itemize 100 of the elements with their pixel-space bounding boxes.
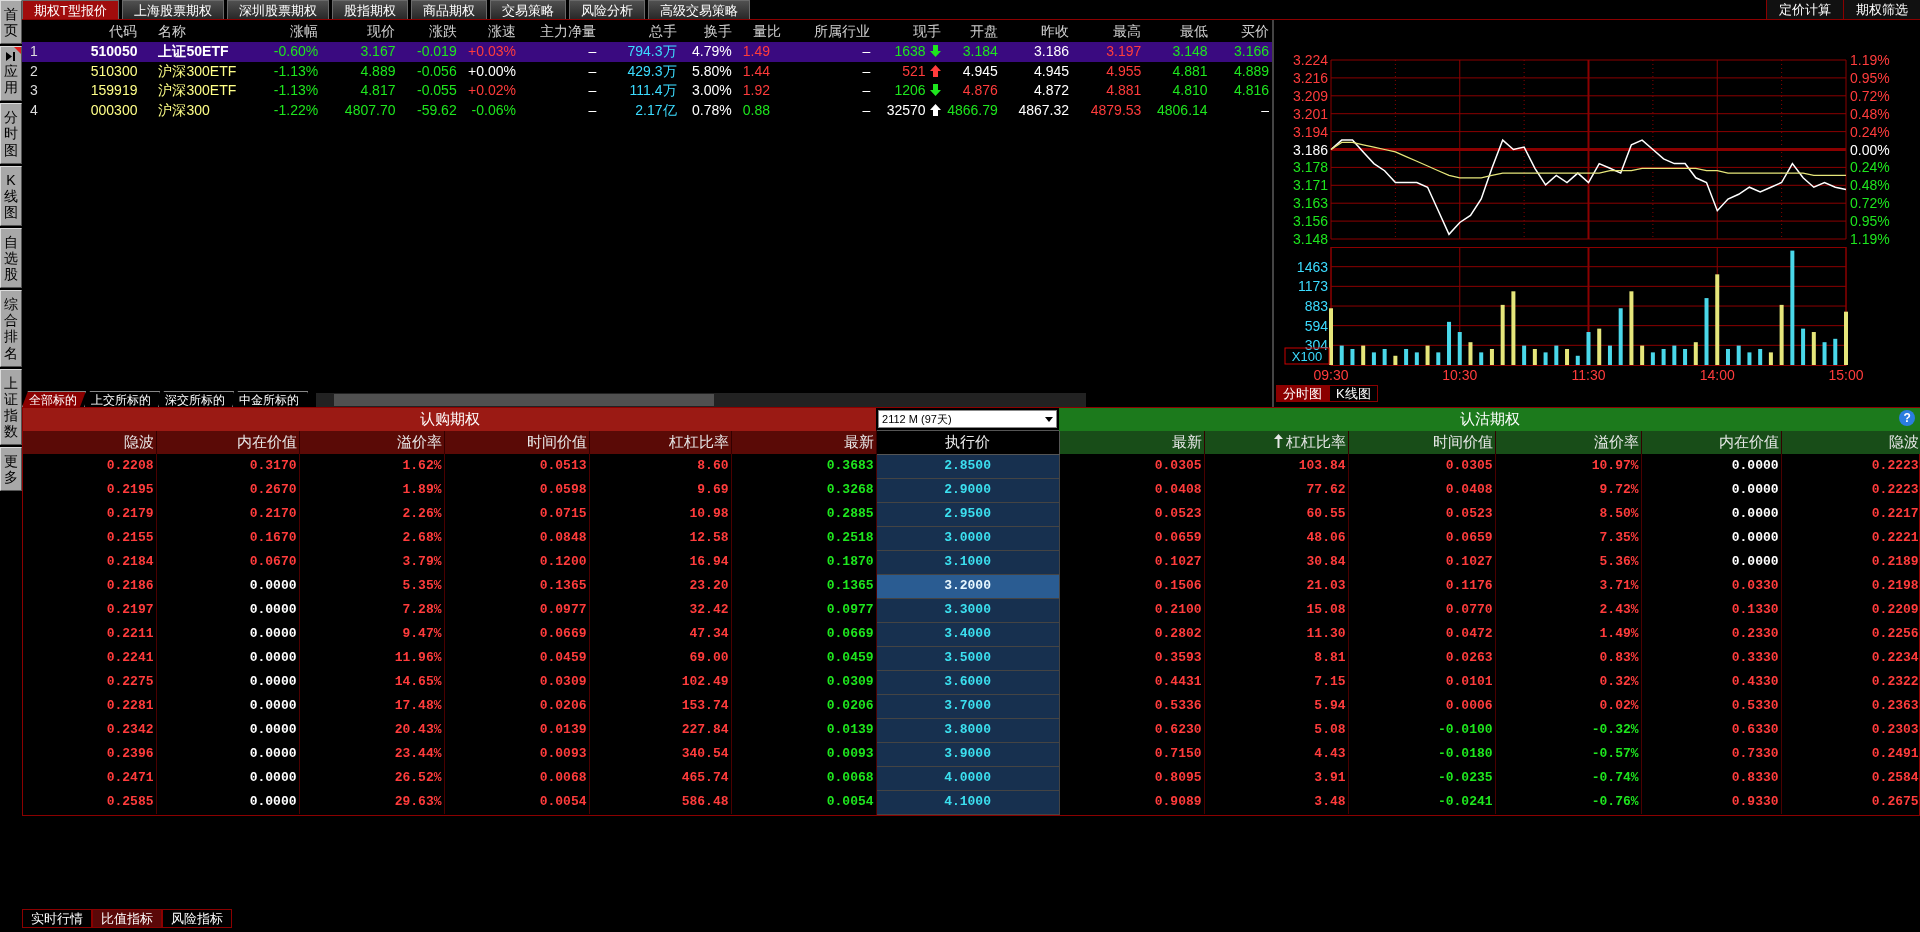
table-cell: -0.019	[417, 43, 457, 60]
table-cell: 111.4万	[629, 82, 677, 99]
table-cell: 4.881	[1106, 82, 1142, 99]
table-cell: 0.0523	[1445, 506, 1493, 522]
table-cell: 3.00%	[692, 82, 732, 99]
axis-label: 3.201	[1292, 105, 1328, 122]
table-cell: 9.69	[697, 482, 729, 498]
table-cell: -0.0235	[1437, 770, 1493, 786]
table-cell: 10.98	[689, 506, 729, 522]
table-cell: 0.0000	[249, 770, 297, 786]
table-cell: 4.889	[1233, 62, 1269, 79]
time-label: 10:30	[1442, 367, 1478, 382]
axis-label: 0.48%	[1850, 177, 1890, 194]
table-cell: 1638	[894, 43, 926, 60]
table-cell: 0.2670	[249, 482, 297, 498]
table-cell: 0.0000	[1731, 482, 1779, 498]
table-cell: 0.0000	[249, 722, 297, 738]
table-cell: 0.2184	[106, 554, 154, 570]
table-cell: 0.2234	[1871, 650, 1919, 666]
table-cell: 0.2396	[106, 746, 154, 762]
table-cell: 0.0309	[826, 674, 874, 690]
table-cell: 0.2221	[1871, 530, 1919, 546]
table-cell: 8.81	[1314, 650, 1346, 666]
axis-label: 3.163	[1292, 195, 1328, 212]
table-cell: 0.2208	[106, 458, 154, 474]
table-cell: 0.0770	[1445, 602, 1493, 618]
table-cell: 0.1670	[249, 530, 297, 546]
axis-label: 3.178	[1292, 159, 1328, 176]
table-cell: 4.945	[962, 62, 998, 79]
table-cell: -0.0100	[1437, 722, 1493, 738]
table-cell: 0.1506	[1154, 578, 1202, 594]
table-cell: 4807.70	[344, 101, 396, 118]
table-cell: 8.60	[697, 458, 729, 474]
table-cell: 0.0139	[826, 722, 874, 738]
table-cell: 0.0977	[826, 602, 874, 618]
table-cell: 429.3万	[627, 62, 677, 79]
table-cell: 5.80%	[692, 62, 732, 79]
table-cell: 7.35%	[1599, 530, 1639, 546]
table-cell: 9.72%	[1599, 482, 1639, 498]
axis-label: 3.171	[1292, 177, 1328, 194]
table-cell: 3.166	[1233, 43, 1269, 60]
time-label: 09:30	[1313, 367, 1349, 382]
table-cell: 0.0093	[826, 746, 874, 762]
table-cell: 60.55	[1306, 506, 1346, 522]
axis-label: 0.24%	[1850, 123, 1890, 140]
table-cell: 0.0000	[249, 746, 297, 762]
table-cell: 0.0006	[1445, 698, 1493, 714]
table-cell: 0.2197	[106, 602, 154, 618]
table-cell: –	[588, 43, 597, 60]
table-cell: 4.817	[360, 82, 396, 99]
table-cell: 0.0093	[539, 746, 587, 762]
table-cell: 0.2363	[1871, 698, 1919, 714]
table-cell: 17.48%	[394, 698, 442, 714]
table-cell: 0.2275	[106, 674, 154, 690]
table-cell: 0.0670	[249, 554, 297, 570]
table-cell: 4.810	[1172, 82, 1208, 99]
table-cell: 0.02%	[1599, 698, 1639, 714]
table-cell: 0.0206	[826, 698, 874, 714]
table-cell: 0.2802	[1154, 626, 1202, 642]
table-cell: 5.94	[1314, 698, 1346, 714]
table-cell: 9.47%	[402, 626, 442, 642]
table-cell: –	[588, 101, 597, 118]
axis-label: 3.194	[1292, 123, 1328, 140]
table-cell: 103.84	[1298, 458, 1346, 474]
table-cell: 0.0659	[1445, 530, 1493, 546]
table-cell: 159919	[90, 82, 138, 99]
axis-label: 0.95%	[1850, 69, 1890, 86]
table-cell: 0.32%	[1599, 674, 1639, 690]
table-cell: 0.3593	[1154, 650, 1202, 666]
time-label: 14:00	[1699, 367, 1735, 382]
table-cell: 0.2195	[106, 482, 154, 498]
table-cell: 0.0523	[1154, 506, 1202, 522]
table-cell: 16.94	[689, 554, 729, 570]
table-cell: 0.0000	[249, 698, 297, 714]
table-cell: 5.08	[1314, 722, 1346, 738]
table-cell: 0.0408	[1445, 482, 1493, 498]
table-cell: 0.4431	[1154, 674, 1202, 690]
table-cell: 1206	[894, 82, 926, 99]
table-cell: 0.78%	[692, 101, 732, 118]
table-cell: 0.2223	[1871, 458, 1919, 474]
table-cell: 510050	[90, 43, 138, 60]
table-cell: 794.3万	[627, 43, 677, 60]
table-cell: 0.0000	[249, 578, 297, 594]
axis-label: 0.48%	[1850, 105, 1890, 122]
table-cell: 0.0054	[826, 794, 874, 810]
table-cell: 1.89%	[402, 482, 442, 498]
axis-label: 0.95%	[1850, 213, 1890, 230]
table-cell: 4.876	[962, 82, 998, 99]
table-cell: 0.2518	[826, 530, 874, 546]
time-label: 15:00	[1828, 367, 1864, 382]
table-cell: 0.0659	[1154, 530, 1202, 546]
axis-label: 1463	[1296, 258, 1328, 275]
table-cell: 3.71%	[1599, 578, 1639, 594]
table-cell: 0.1027	[1154, 554, 1202, 570]
table-cell: 153.74	[681, 698, 729, 714]
table-cell: 0.6230	[1154, 722, 1202, 738]
table-cell: -0.76%	[1591, 794, 1639, 810]
table-cell: 沪深300ETF	[158, 82, 237, 99]
table-cell: 32570	[886, 101, 926, 118]
axis-label: 0.00%	[1850, 141, 1890, 158]
